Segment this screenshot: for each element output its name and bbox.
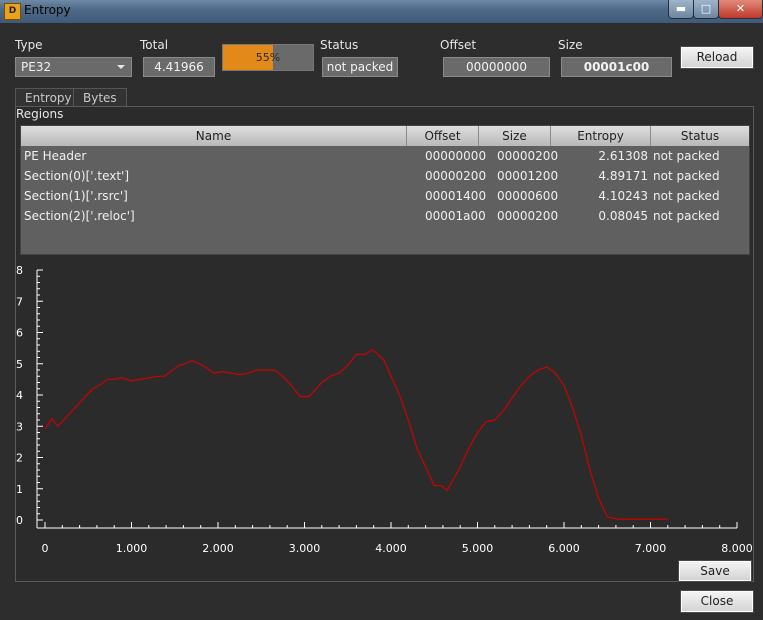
x-tick-label: 4.000	[375, 542, 407, 555]
y-tick-label: 6	[16, 327, 23, 340]
y-tick-label: 4	[16, 389, 23, 402]
x-tick-label: 1.000	[116, 542, 148, 555]
x-tick-label: 3.000	[289, 542, 321, 555]
y-tick-label: 7	[16, 295, 23, 308]
x-tick-label: 7.000	[635, 542, 667, 555]
x-tick-label: 0	[42, 542, 49, 555]
save-button[interactable]: Save	[678, 560, 752, 582]
y-tick-label: 8	[16, 264, 23, 277]
y-tick-label: 5	[16, 358, 23, 371]
close-button[interactable]: Close	[680, 590, 754, 613]
y-tick-label: 0	[16, 514, 23, 527]
x-tick-label: 6.000	[548, 542, 580, 555]
entropy-chart: 0 1.000 2.000 3.000 4.000 5.000 6.000 7.000 8.00…	[16, 264, 753, 555]
x-tick-label: 2.000	[202, 542, 234, 555]
y-tick-label: 3	[16, 420, 23, 433]
y-tick-label: 2	[16, 452, 23, 465]
x-tick-label: 5.000	[462, 542, 494, 555]
y-tick-label: 1	[16, 483, 23, 496]
entropy-series-line	[44, 348, 668, 520]
x-tick-label: 8.000	[721, 542, 753, 555]
